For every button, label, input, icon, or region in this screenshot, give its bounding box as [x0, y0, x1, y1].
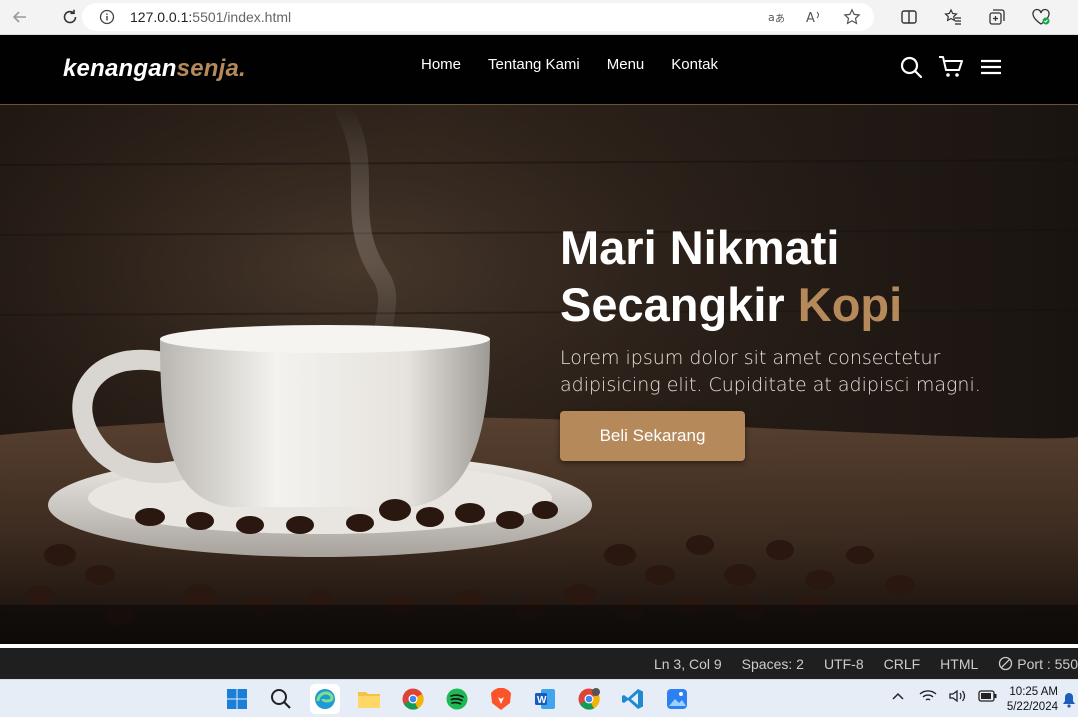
logo-accent-text: senja. — [176, 55, 246, 82]
clock-date: 5/22/2024 — [1006, 701, 1058, 713]
favorites-icon[interactable] — [940, 4, 966, 30]
encoding-setting[interactable]: UTF-8 — [824, 656, 864, 672]
split-screen-icon[interactable] — [896, 4, 922, 30]
wifi-icon[interactable] — [918, 685, 938, 707]
show-hidden-icons-chevron-icon[interactable] — [888, 685, 908, 707]
taskbar-clock[interactable]: 10:25 AM 5/22/2024 — [998, 685, 1058, 715]
url-host: 127.0.0.1: — [130, 9, 193, 25]
buy-now-button[interactable]: Beli Sekarang — [560, 411, 745, 461]
favorite-star-icon[interactable] — [840, 5, 864, 29]
windows-start-icon[interactable] — [222, 684, 252, 714]
hero-title-line2: Secangkir Kopi — [560, 276, 1040, 333]
system-tray — [888, 685, 998, 707]
collections-icon[interactable] — [984, 4, 1010, 30]
chrome-profile-icon[interactable] — [574, 684, 604, 714]
indentation-setting[interactable]: Spaces: 2 — [742, 656, 804, 672]
logo-main-text: kenangan — [63, 55, 177, 82]
edge-browser-icon[interactable] — [310, 684, 340, 714]
editor-status-bar: Ln 3, Col 9 Spaces: 2 UTF-8 CRLF HTML Po… — [0, 648, 1078, 679]
taskbar-search-icon[interactable] — [266, 684, 296, 714]
file-explorer-icon[interactable] — [354, 684, 384, 714]
nav-tentang-kami[interactable]: Tentang Kami — [488, 56, 580, 73]
windows-taskbar: W 10:25 AM 5/22/2024 — [0, 679, 1078, 717]
hero-title-line1: Mari Nikmati — [560, 221, 840, 274]
header-icons — [898, 54, 1004, 80]
hero-section: Mari Nikmati Secangkir Kopi Lorem ipsum … — [0, 105, 1078, 646]
svg-text:W: W — [537, 695, 547, 706]
nav-home[interactable]: Home — [421, 56, 461, 73]
svg-text:A: A — [806, 11, 815, 26]
svg-text:a: a — [768, 11, 775, 24]
brave-browser-icon[interactable] — [486, 684, 516, 714]
shopping-cart-icon[interactable] — [938, 54, 964, 80]
hero-subtitle: Lorem ipsum dolor sit amet consectetur a… — [560, 347, 981, 396]
word-icon[interactable]: W — [530, 684, 560, 714]
svg-text:あ: あ — [775, 13, 785, 25]
hero-title-word: Secangkir — [560, 278, 785, 331]
site-logo[interactable]: kenangansenja. — [63, 55, 246, 83]
site-header: kenangansenja. Home Tentang Kami Menu Ko… — [0, 35, 1078, 105]
address-bar[interactable]: 127.0.0.1:5501/index.html aあ A — [82, 3, 874, 31]
volume-icon[interactable] — [948, 685, 968, 707]
line-ending-setting[interactable]: CRLF — [884, 656, 921, 672]
spotify-icon[interactable] — [442, 684, 472, 714]
url-text: 127.0.0.1:5501/index.html — [130, 9, 291, 25]
cursor-position[interactable]: Ln 3, Col 9 — [654, 656, 722, 672]
language-mode[interactable]: HTML — [940, 656, 978, 672]
search-icon[interactable] — [898, 54, 924, 80]
live-server-port[interactable]: Port : 550 — [998, 656, 1078, 672]
main-nav: Home Tentang Kami Menu Kontak — [421, 56, 718, 73]
port-label: Port : 550 — [1017, 655, 1078, 672]
read-aloud-icon[interactable]: A — [802, 5, 826, 29]
chrome-icon[interactable] — [398, 684, 428, 714]
hero-title: Mari Nikmati Secangkir Kopi — [560, 219, 1040, 333]
vscode-icon[interactable] — [618, 684, 648, 714]
notification-bell-icon[interactable] — [1062, 692, 1076, 708]
nav-kontak[interactable]: Kontak — [671, 56, 718, 73]
battery-icon[interactable] — [978, 685, 998, 707]
port-disabled-icon — [999, 656, 1013, 671]
browser-toolbar: 127.0.0.1:5501/index.html aあ A — [0, 0, 1078, 35]
url-path: 5501/index.html — [192, 9, 292, 25]
translate-icon[interactable]: aあ — [764, 5, 788, 29]
browser-essentials-icon[interactable] — [1028, 4, 1054, 30]
clock-time: 10:25 AM — [1009, 686, 1058, 698]
hamburger-menu-icon[interactable] — [978, 54, 1004, 80]
nav-menu[interactable]: Menu — [607, 56, 645, 73]
site-info-icon[interactable] — [96, 6, 118, 28]
hero-title-accent: Kopi — [797, 278, 903, 331]
back-icon[interactable] — [4, 1, 36, 33]
photos-icon[interactable] — [662, 684, 692, 714]
